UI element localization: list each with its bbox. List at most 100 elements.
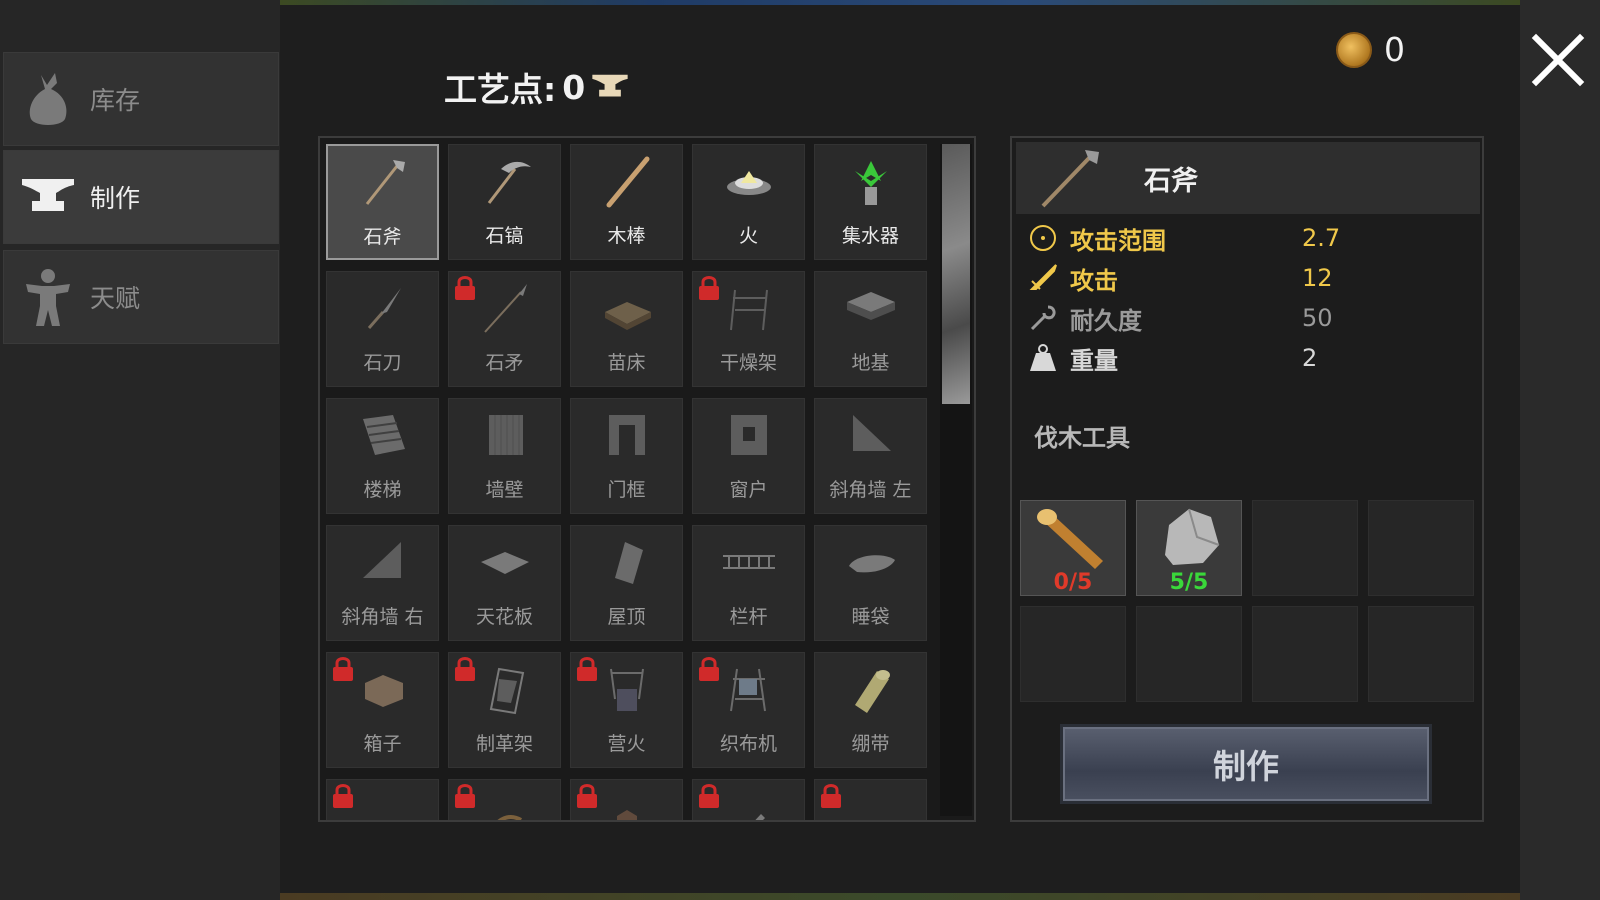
recipe-item[interactable]: 织布机 (692, 652, 805, 768)
recipe-name: 楼梯 (363, 479, 402, 501)
wood-log-icon (1037, 509, 1103, 569)
fire-icon (693, 145, 804, 217)
recipe-name: 斜角墙 右 (341, 606, 424, 628)
recipe-item[interactable]: 栏杆 (692, 525, 805, 641)
recipe-name: 栏杆 (729, 606, 768, 628)
recipe-name: 苗床 (607, 352, 646, 374)
recipe-item[interactable] (448, 779, 561, 820)
slope-wall-left-icon (815, 399, 926, 471)
recipe-name: 营火 (607, 733, 646, 755)
tab-talents[interactable]: 天赋 (3, 250, 279, 344)
lock-icon (577, 657, 597, 681)
coin-counter: 0 (1336, 30, 1405, 69)
wooden-stick-icon (571, 145, 682, 217)
material-slots: 0/5 5/5 (1020, 500, 1474, 702)
recipe-item[interactable]: 地基 (814, 271, 927, 387)
recipe-item[interactable]: 门框 (570, 398, 683, 514)
recipe-name: 石斧 (363, 226, 402, 248)
recipe-item[interactable]: 斜角墙 右 (326, 525, 439, 641)
recipe-item[interactable]: 集水器 (814, 144, 927, 260)
recipe-item[interactable]: 楼梯 (326, 398, 439, 514)
stone-axe-icon (1030, 142, 1110, 214)
sword-icon (1026, 261, 1060, 295)
recipe-item[interactable]: 石刀 (326, 271, 439, 387)
foundation-icon (815, 272, 926, 344)
lock-icon (821, 784, 841, 808)
ceiling-icon (449, 526, 560, 598)
recipe-item[interactable]: 木棒 (570, 144, 683, 260)
stat-value: 50 (1302, 304, 1333, 332)
seedbed-icon (571, 272, 682, 344)
stone-icon (1165, 508, 1220, 565)
recipe-name: 睡袋 (851, 606, 890, 628)
recipe-item[interactable]: 火 (692, 144, 805, 260)
stat-attack-range: 攻击范围 2.7 (1026, 220, 1466, 256)
recipe-item[interactable]: 墙壁 (448, 398, 561, 514)
close-icon (1531, 33, 1585, 87)
recipe-name: 地基 (851, 352, 890, 374)
recipe-item[interactable]: 箱子 (326, 652, 439, 768)
recipe-item[interactable]: 石镐 (448, 144, 561, 260)
craft-points-label: 工艺点: (444, 70, 557, 109)
recipe-name: 集水器 (841, 225, 899, 247)
anvil-icon (18, 167, 78, 227)
stat-label: 攻击 (1070, 266, 1118, 295)
bottom-scenery-strip (280, 893, 1520, 900)
stat-label: 耐久度 (1070, 306, 1142, 335)
stairs-icon (327, 399, 438, 471)
tab-inventory[interactable]: 库存 (3, 52, 279, 146)
lock-icon (455, 784, 475, 808)
stat-durability: 耐久度 50 (1026, 300, 1466, 336)
close-button[interactable] (1530, 32, 1586, 88)
scroll-thumb[interactable] (942, 144, 970, 404)
slope-wall-right-icon (327, 526, 438, 598)
recipe-grid: 石斧 石镐 木棒 火 集水器石刀 石矛 苗床 干燥架 地基楼梯 墙壁 门框 窗户 斜角墙 左斜角墙 右 天… (326, 144, 930, 820)
craft-button[interactable]: 制作 (1060, 724, 1432, 804)
door-frame-icon (571, 399, 682, 471)
recipe-item[interactable]: 斜角墙 左 (814, 398, 927, 514)
sidebar: 库存 制作 天赋 (0, 0, 280, 900)
wrench-icon (1026, 301, 1060, 335)
recipe-list: 石斧 石镐 木棒 火 集水器石刀 石矛 苗床 干燥架 地基楼梯 墙壁 门框 窗户 斜角墙 左斜角墙 右 天… (318, 136, 976, 822)
recipe-item[interactable] (570, 779, 683, 820)
craft-points: 工艺点: 0 (444, 62, 629, 112)
recipe-item[interactable]: 石斧 (326, 144, 439, 260)
stat-value: 2 (1302, 344, 1318, 372)
recipe-item[interactable]: 天花板 (448, 525, 561, 641)
lock-icon (455, 657, 475, 681)
recipe-item[interactable]: 苗床 (570, 271, 683, 387)
lock-icon (575, 655, 599, 687)
recipe-scrollbar[interactable] (940, 144, 972, 816)
recipe-item[interactable]: 干燥架 (692, 271, 805, 387)
material-slot[interactable]: 5/5 (1136, 500, 1242, 596)
recipe-item[interactable] (692, 779, 805, 820)
recipe-item[interactable] (326, 779, 439, 820)
material-count: 0/5 (1053, 570, 1093, 595)
recipe-item[interactable]: 屋顶 (570, 525, 683, 641)
material-slot (1252, 500, 1358, 596)
coin-icon (1336, 31, 1372, 68)
stat-weight: 重量 2 (1026, 340, 1466, 376)
recipe-item[interactable]: 绷带 (814, 652, 927, 768)
weight-icon (1026, 341, 1060, 375)
window-icon (693, 399, 804, 471)
lock-icon (455, 276, 475, 300)
lock-icon (819, 782, 843, 814)
water-collector-icon (815, 145, 926, 217)
tab-label: 库存 (90, 86, 141, 115)
lock-icon (697, 274, 721, 306)
item-detail-panel: 石斧 攻击范围 2.7 攻击 12 耐久度 50 重量 2 伐木工具 0/5 5… (1010, 136, 1484, 822)
recipe-item[interactable]: 窗户 (692, 398, 805, 514)
recipe-item[interactable]: 制革架 (448, 652, 561, 768)
recipe-name: 天花板 (475, 606, 533, 628)
recipe-item[interactable]: 营火 (570, 652, 683, 768)
material-slot[interactable]: 0/5 (1020, 500, 1126, 596)
material-slot (1368, 606, 1474, 702)
lock-icon (699, 784, 719, 808)
recipe-item[interactable]: 睡袋 (814, 525, 927, 641)
tab-crafting[interactable]: 制作 (3, 150, 279, 244)
recipe-item[interactable]: 石矛 (448, 271, 561, 387)
recipe-name: 火 (738, 225, 758, 247)
lock-icon (577, 784, 597, 808)
recipe-item[interactable] (814, 779, 927, 820)
